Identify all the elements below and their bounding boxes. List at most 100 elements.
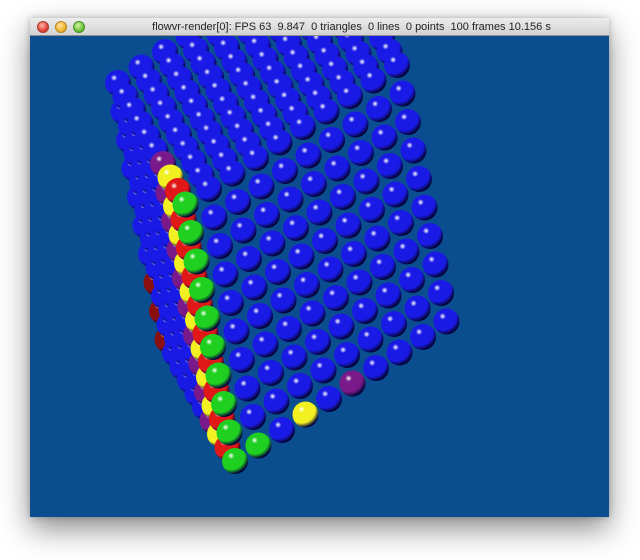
zoom-button[interactable]	[73, 21, 85, 33]
sphere	[194, 305, 221, 332]
sphere	[212, 261, 239, 288]
sphere	[382, 181, 409, 208]
sphere	[400, 137, 427, 164]
sphere	[229, 347, 255, 373]
close-button[interactable]	[37, 21, 49, 33]
sphere	[230, 217, 257, 244]
render-viewport[interactable]	[30, 36, 609, 517]
sphere	[395, 109, 421, 135]
sphere	[205, 362, 232, 389]
sphere	[312, 228, 338, 254]
sphere	[335, 212, 362, 239]
sphere	[417, 223, 443, 249]
sphere	[363, 355, 389, 381]
sphere	[370, 254, 396, 280]
sphere	[301, 171, 327, 197]
sphere	[341, 241, 367, 267]
sphere	[375, 282, 402, 309]
sphere	[263, 388, 290, 415]
sphere	[381, 311, 407, 337]
sphere	[359, 197, 385, 223]
sphere	[196, 176, 222, 202]
sphere	[172, 191, 199, 218]
sphere	[410, 324, 436, 350]
sphere	[366, 96, 392, 122]
sphere	[259, 230, 286, 257]
sphere	[207, 233, 233, 259]
sphere	[290, 114, 316, 140]
sphere	[201, 204, 228, 231]
sphere	[189, 277, 215, 303]
sphere	[247, 303, 273, 329]
sphere	[258, 360, 284, 386]
sphere	[219, 160, 246, 187]
sphere	[353, 168, 380, 195]
sphere	[411, 194, 438, 221]
sphere	[211, 391, 237, 417]
sphere	[241, 274, 268, 301]
sphere	[236, 246, 262, 272]
sphere	[388, 210, 414, 236]
sphere	[316, 386, 342, 412]
sphere	[348, 140, 374, 166]
sphere	[265, 259, 291, 285]
sphere	[317, 256, 344, 283]
sphere	[386, 339, 413, 366]
sphere	[269, 417, 295, 443]
sphere	[243, 145, 269, 171]
sphere	[352, 298, 378, 324]
sphere	[270, 287, 297, 314]
title-bar[interactable]: flowvr-render[0]: FPS 63 9.847 0 triangl…	[30, 18, 609, 36]
sphere	[299, 300, 326, 327]
sphere	[319, 127, 345, 153]
sphere	[313, 98, 340, 125]
sphere	[295, 142, 322, 169]
sphere	[433, 308, 460, 335]
sphere	[254, 202, 280, 228]
sphere	[277, 186, 304, 213]
minimize-button[interactable]	[55, 21, 67, 33]
sphere	[283, 215, 309, 241]
sphere	[339, 370, 366, 397]
sphere	[240, 404, 266, 430]
sphere	[364, 225, 391, 252]
sphere	[216, 419, 243, 446]
sphere	[305, 329, 331, 355]
sphere	[393, 238, 420, 265]
sphere	[276, 316, 302, 342]
sphere	[292, 401, 319, 428]
sphere	[222, 448, 248, 474]
sphere	[223, 318, 250, 345]
sphere	[200, 334, 226, 360]
sphere	[404, 295, 431, 322]
sphere	[406, 166, 432, 192]
sphere	[323, 285, 349, 311]
sphere	[294, 272, 320, 298]
sphere	[306, 199, 333, 226]
sphere	[371, 124, 398, 151]
app-window: flowvr-render[0]: FPS 63 9.847 0 triangl…	[30, 18, 609, 517]
sphere	[422, 251, 449, 278]
sphere	[428, 280, 454, 306]
sphere	[342, 111, 369, 138]
sphere	[234, 375, 261, 402]
sphere	[357, 326, 384, 353]
sphere	[328, 313, 355, 340]
sphere	[266, 129, 293, 156]
sphere	[337, 83, 363, 109]
sphere	[399, 267, 425, 293]
sphere	[346, 269, 373, 296]
sphere	[252, 331, 279, 358]
sphere	[287, 373, 313, 399]
sphere	[225, 189, 251, 215]
sphere	[183, 248, 210, 275]
sphere	[281, 344, 308, 371]
sphere	[377, 153, 403, 179]
sphere	[384, 52, 410, 78]
sphere	[272, 158, 298, 184]
sphere	[218, 290, 244, 316]
sphere	[310, 357, 337, 384]
sphere	[288, 243, 315, 270]
window-title: flowvr-render[0]: FPS 63 9.847 0 triangl…	[152, 21, 551, 33]
sphere	[248, 173, 275, 200]
